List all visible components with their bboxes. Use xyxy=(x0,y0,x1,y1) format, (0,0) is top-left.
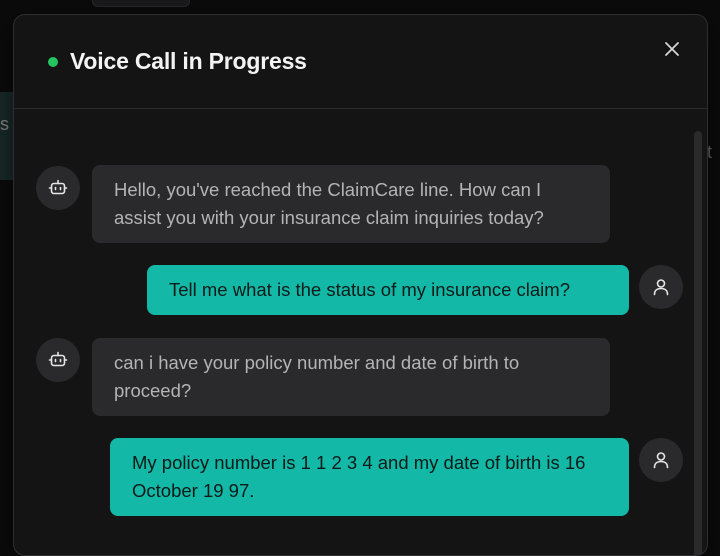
bot-icon xyxy=(48,351,68,367)
user-icon xyxy=(653,452,669,469)
assistant-message: Hello, you've reached the ClaimCare line… xyxy=(92,165,610,243)
dialog-header: Voice Call in Progress xyxy=(14,15,707,109)
message-text: My policy number is 1 1 2 3 4 and my dat… xyxy=(132,452,586,501)
user-icon xyxy=(653,279,669,296)
voice-call-dialog: Voice Call in Progress Hello, you've rea… xyxy=(13,14,708,556)
call-status-indicator xyxy=(48,57,58,67)
user-message: My policy number is 1 1 2 3 4 and my dat… xyxy=(110,438,629,516)
assistant-avatar xyxy=(36,338,80,382)
message-text: Tell me what is the status of my insuran… xyxy=(169,279,570,300)
close-button[interactable] xyxy=(660,37,684,61)
background-element xyxy=(92,0,190,7)
background-text: s xyxy=(0,114,9,134)
user-message: Tell me what is the status of my insuran… xyxy=(147,265,629,315)
message-text: can i have your policy number and date o… xyxy=(114,352,520,401)
assistant-avatar xyxy=(36,166,80,210)
close-icon xyxy=(665,42,679,56)
bot-icon xyxy=(48,179,68,195)
dialog-title: Voice Call in Progress xyxy=(70,48,307,74)
scrollbar[interactable] xyxy=(694,131,702,555)
message-text: Hello, you've reached the ClaimCare line… xyxy=(114,179,544,228)
assistant-message: can i have your policy number and date o… xyxy=(92,338,610,416)
background-panel xyxy=(0,92,14,180)
user-avatar xyxy=(639,265,683,309)
user-avatar xyxy=(639,438,683,482)
